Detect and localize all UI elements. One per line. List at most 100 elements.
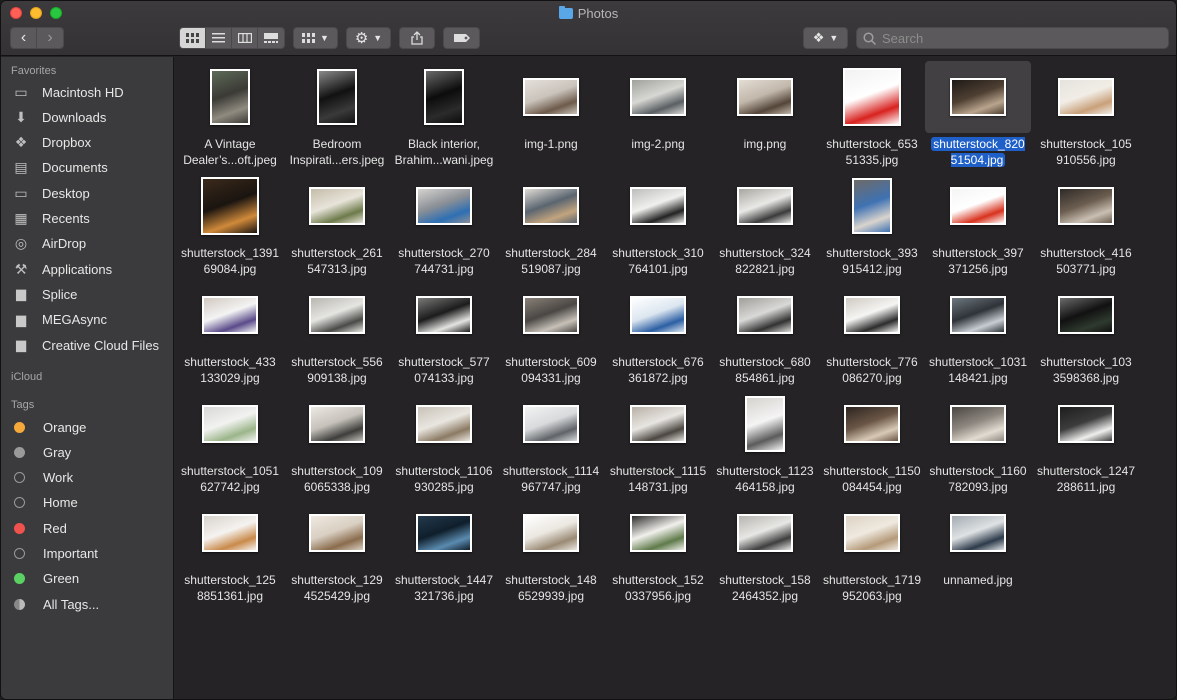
icon-view-button[interactable] <box>180 28 206 48</box>
file-item[interactable]: shutterstock_609 094331.jpg <box>498 279 604 389</box>
tag-item-gray[interactable]: Gray <box>11 441 71 463</box>
tag-color-dot <box>14 421 25 433</box>
group-by-button[interactable]: ▼ <box>293 27 338 49</box>
file-item[interactable]: shutterstock_1114 967747.jpg <box>498 388 604 498</box>
forward-button[interactable]: › <box>37 28 63 48</box>
file-item[interactable]: shutterstock_152 0337956.jpg <box>605 497 711 607</box>
tag-item-red[interactable]: Red <box>11 517 67 539</box>
file-name: img-2.png <box>631 137 685 151</box>
tag-item-work[interactable]: Work <box>11 467 73 489</box>
sidebar-item-label: Splice <box>42 286 78 302</box>
file-item[interactable]: shutterstock_676 361872.jpg <box>605 279 711 389</box>
file-item[interactable]: shutterstock_556 909138.jpg <box>284 279 390 389</box>
share-button[interactable] <box>399 27 435 49</box>
file-item[interactable]: shutterstock_1123 464158.jpg <box>712 388 818 498</box>
image-thumbnail <box>416 187 472 225</box>
icloud-header: iCloud <box>11 371 43 383</box>
file-item[interactable]: shutterstock_109 6065338.jpg <box>284 388 390 498</box>
sidebar-item-applications[interactable]: ⚒ Applications <box>11 258 112 280</box>
back-button[interactable]: ‹ <box>11 28 37 48</box>
image-thumbnail <box>202 405 258 443</box>
file-name: shutterstock_270 744731.jpg <box>398 246 490 276</box>
file-item[interactable]: shutterstock_433 133029.jpg <box>177 279 283 389</box>
file-item[interactable]: shutterstock_776 086270.jpg <box>819 279 925 389</box>
image-thumbnail <box>202 514 258 552</box>
tag-item-green[interactable]: Green <box>11 568 79 590</box>
file-item[interactable]: shutterstock_125 8851361.jpg <box>177 497 283 607</box>
dropbox-button[interactable]: ❖ ▼ <box>803 27 848 49</box>
file-item[interactable]: unnamed.jpg <box>925 497 1031 607</box>
file-item[interactable]: shutterstock_1106 930285.jpg <box>391 388 497 498</box>
tag-item-important[interactable]: Important <box>11 543 98 565</box>
sidebar-item-splice[interactable]: ▆ Splice <box>11 283 77 305</box>
file-item[interactable]: shutterstock_310 764101.jpg <box>605 170 711 280</box>
file-item[interactable]: Bedroom Inspirati...ers.jpeg <box>284 61 390 171</box>
sidebar-item-creative-cloud-files[interactable]: ▆ Creative Cloud Files <box>11 334 159 356</box>
sidebar-item-megasync[interactable]: ▆ MEGAsync <box>11 309 107 331</box>
file-name: shutterstock_393 915412.jpg <box>826 246 918 276</box>
tag-color-dot <box>14 446 25 458</box>
file-item[interactable]: shutterstock_820 51504.jpg <box>925 61 1031 171</box>
file-item[interactable]: img-1.png <box>498 61 604 171</box>
file-item[interactable]: shutterstock_1160 782093.jpg <box>925 388 1031 498</box>
file-item[interactable]: shutterstock_324 822821.jpg <box>712 170 818 280</box>
file-item[interactable]: shutterstock_148 6529939.jpg <box>498 497 604 607</box>
file-item[interactable]: shutterstock_577 074133.jpg <box>391 279 497 389</box>
file-name: shutterstock_158 2464352.jpg <box>719 573 811 603</box>
file-item[interactable]: shutterstock_1247 288611.jpg <box>1033 388 1139 498</box>
sidebar-item-desktop[interactable]: ▭ Desktop <box>11 182 89 204</box>
search-input[interactable] <box>882 30 1162 46</box>
edit-tags-button[interactable] <box>443 27 480 49</box>
file-name: shutterstock_680 854861.jpg <box>719 355 811 385</box>
file-item[interactable]: shutterstock_653 51335.jpg <box>819 61 925 171</box>
list-view-button[interactable] <box>206 28 232 48</box>
file-item[interactable]: shutterstock_1719 952063.jpg <box>819 497 925 607</box>
sidebar-item-macintosh-hd[interactable]: ▭ Macintosh HD <box>11 81 123 103</box>
file-item[interactable]: shutterstock_1115 148731.jpg <box>605 388 711 498</box>
thumbnail-frame <box>605 497 711 569</box>
file-item[interactable]: Black interior, Brahim...wani.jpeg <box>391 61 497 171</box>
thumbnail-frame <box>712 388 818 460</box>
sidebar-item-label: Downloads <box>42 109 107 125</box>
sidebar-item-airdrop[interactable]: ◎ AirDrop <box>11 233 86 255</box>
sidebar-item-downloads[interactable]: ⬇ Downloads <box>11 106 106 128</box>
thumbnail-frame <box>819 279 925 351</box>
file-item[interactable]: shutterstock_1447 321736.jpg <box>391 497 497 607</box>
file-item[interactable]: shutterstock_129 4525429.jpg <box>284 497 390 607</box>
thumbnail-frame <box>498 497 604 569</box>
file-item[interactable]: img-2.png <box>605 61 711 171</box>
sidebar-item-dropbox[interactable]: ❖ Dropbox <box>11 132 91 154</box>
file-item[interactable]: A Vintage Dealer’s...oft.jpeg <box>177 61 283 171</box>
gallery-view-button[interactable] <box>258 28 284 48</box>
file-item[interactable]: shutterstock_270 744731.jpg <box>391 170 497 280</box>
tag-item-orange[interactable]: Orange <box>11 416 86 438</box>
column-view-button[interactable] <box>232 28 258 48</box>
sidebar-item-documents[interactable]: ▤ Documents <box>11 157 107 179</box>
file-item[interactable]: shutterstock_1391 69084.jpg <box>177 170 283 280</box>
thumbnail-frame <box>391 279 497 351</box>
file-item[interactable]: shutterstock_1150 084454.jpg <box>819 388 925 498</box>
file-item[interactable]: shutterstock_416 503771.jpg <box>1033 170 1139 280</box>
file-item[interactable]: shutterstock_261 547313.jpg <box>284 170 390 280</box>
file-item[interactable]: shutterstock_1051 627742.jpg <box>177 388 283 498</box>
tag-item-home[interactable]: Home <box>11 492 78 514</box>
file-item[interactable]: shutterstock_103 3598368.jpg <box>1033 279 1139 389</box>
file-item[interactable]: shutterstock_105 910556.jpg <box>1033 61 1139 171</box>
thumbnail-frame <box>284 61 390 133</box>
file-item[interactable]: img.png <box>712 61 818 171</box>
thumbnail-frame <box>819 170 925 242</box>
file-item[interactable]: shutterstock_284 519087.jpg <box>498 170 604 280</box>
file-item[interactable]: shutterstock_680 854861.jpg <box>712 279 818 389</box>
image-thumbnail <box>309 187 365 225</box>
action-button[interactable]: ⚙ ▼ <box>346 27 391 49</box>
file-item[interactable]: shutterstock_397 371256.jpg <box>925 170 1031 280</box>
file-name: shutterstock_125 8851361.jpg <box>184 573 276 603</box>
sidebar-item-recents[interactable]: ▦ Recents <box>11 208 89 230</box>
thumbnail-frame <box>391 388 497 460</box>
file-item[interactable]: shutterstock_1031 148421.jpg <box>925 279 1031 389</box>
image-thumbnail <box>1058 405 1114 443</box>
file-item[interactable]: shutterstock_158 2464352.jpg <box>712 497 818 607</box>
tag-item-all-tags[interactable]: All Tags... <box>11 593 99 615</box>
file-name: shutterstock_776 086270.jpg <box>826 355 918 385</box>
file-item[interactable]: shutterstock_393 915412.jpg <box>819 170 925 280</box>
